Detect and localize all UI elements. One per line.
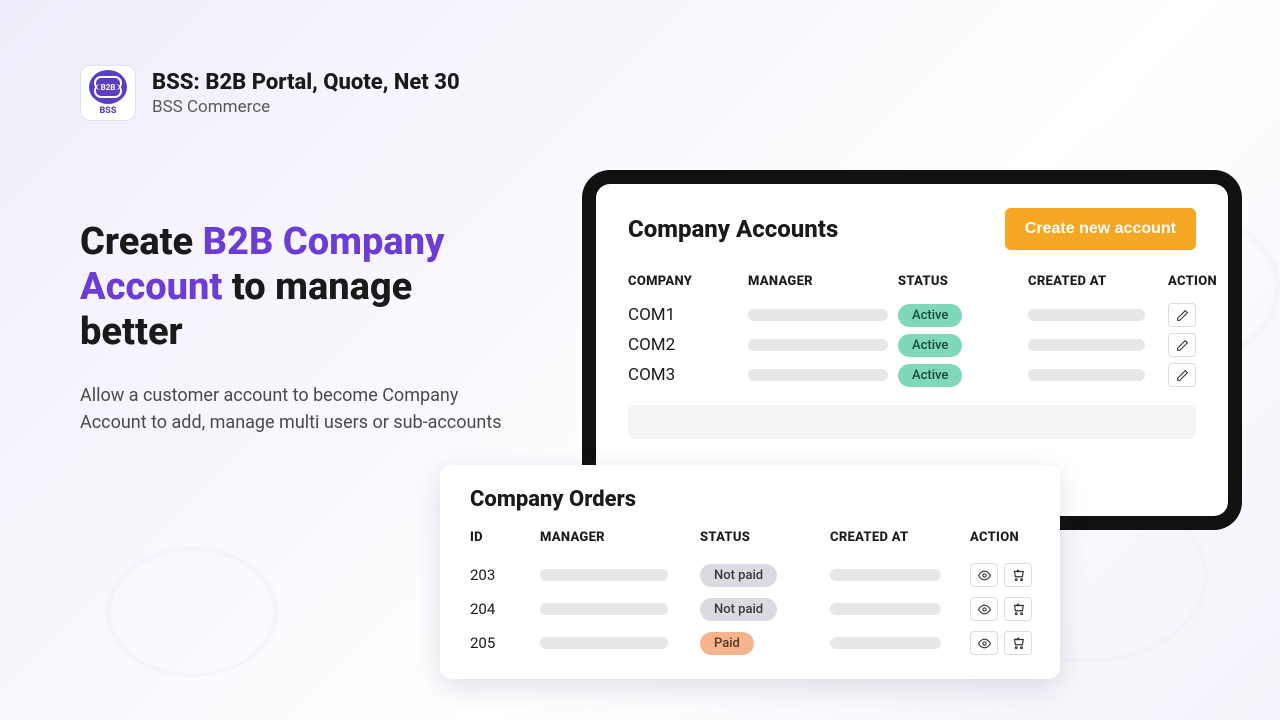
status-badge: Active bbox=[898, 304, 962, 327]
table-cell-manager-placeholder bbox=[540, 569, 668, 581]
app-title: BSS: B2B Portal, Quote, Net 30 bbox=[152, 70, 460, 95]
table-cell-manager-placeholder bbox=[748, 339, 888, 351]
accounts-panel-footer bbox=[628, 405, 1196, 439]
cart-icon bbox=[1011, 636, 1025, 650]
table-cell-action bbox=[970, 563, 1060, 587]
col-created: CREATED AT bbox=[1028, 274, 1158, 297]
accounts-panel-title: Company Accounts bbox=[628, 215, 838, 243]
status-badge: Not paid bbox=[700, 564, 777, 587]
pencil-icon bbox=[1176, 369, 1189, 382]
status-badge: Active bbox=[898, 364, 962, 387]
logo-inner-text: B2B bbox=[101, 83, 116, 92]
table-cell-company: COM1 bbox=[628, 305, 738, 325]
table-cell-created-placeholder bbox=[1028, 309, 1145, 321]
table-cell-action bbox=[970, 631, 1060, 655]
cart-icon bbox=[1011, 568, 1025, 582]
create-account-button[interactable]: Create new account bbox=[1005, 208, 1196, 250]
table-cell-created-placeholder bbox=[830, 637, 941, 649]
col-manager: MANAGER bbox=[748, 274, 888, 297]
table-cell-manager-placeholder bbox=[540, 637, 668, 649]
eye-icon bbox=[977, 569, 992, 582]
table-cell-status: Not paid bbox=[700, 598, 820, 621]
reorder-button[interactable] bbox=[1004, 597, 1032, 621]
table-cell-status: Paid bbox=[700, 632, 820, 655]
cart-icon bbox=[1011, 602, 1025, 616]
col-manager: MANAGER bbox=[540, 530, 690, 553]
hero-heading: Create B2B Company Account to manage bet… bbox=[80, 220, 510, 354]
table-cell-created-placeholder bbox=[1028, 369, 1145, 381]
view-button[interactable] bbox=[970, 631, 998, 655]
status-badge: Paid bbox=[700, 632, 754, 655]
table-cell-created-placeholder bbox=[1028, 339, 1145, 351]
edit-button[interactable] bbox=[1168, 333, 1196, 357]
status-badge: Not paid bbox=[700, 598, 777, 621]
hero-description: Allow a customer account to become Compa… bbox=[80, 382, 510, 436]
eye-icon bbox=[977, 603, 992, 616]
table-cell-action bbox=[1168, 363, 1228, 387]
orders-panel: Company Orders ID MANAGER STATUS CREATED… bbox=[440, 465, 1060, 679]
table-cell-action bbox=[1168, 303, 1228, 327]
table-cell-created-placeholder bbox=[830, 603, 941, 615]
table-cell-id: 203 bbox=[470, 566, 530, 584]
table-cell-company: COM3 bbox=[628, 365, 738, 385]
col-status: STATUS bbox=[700, 530, 820, 553]
col-action: ACTION bbox=[1168, 274, 1228, 297]
table-cell-status: Not paid bbox=[700, 564, 820, 587]
col-action: ACTION bbox=[970, 530, 1060, 553]
logo-circle-icon: B2B bbox=[89, 70, 127, 104]
col-id: ID bbox=[470, 530, 530, 553]
orders-panel-title: Company Orders bbox=[470, 487, 1030, 512]
table-cell-status: Active bbox=[898, 304, 1018, 327]
edit-button[interactable] bbox=[1168, 363, 1196, 387]
table-cell-id: 205 bbox=[470, 634, 530, 652]
reorder-button[interactable] bbox=[1004, 563, 1032, 587]
col-company: COMPANY bbox=[628, 274, 738, 297]
table-cell-company: COM2 bbox=[628, 335, 738, 355]
view-button[interactable] bbox=[970, 563, 998, 587]
logo-badge-text: BSS bbox=[100, 106, 117, 116]
status-badge: Active bbox=[898, 334, 962, 357]
pencil-icon bbox=[1176, 339, 1189, 352]
app-logo: B2B BSS bbox=[80, 65, 136, 121]
col-status: STATUS bbox=[898, 274, 1018, 297]
col-created: CREATED AT bbox=[830, 530, 960, 553]
app-header: B2B BSS BSS: B2B Portal, Quote, Net 30 B… bbox=[80, 65, 460, 121]
table-cell-manager-placeholder bbox=[748, 369, 888, 381]
table-cell-status: Active bbox=[898, 334, 1018, 357]
reorder-button[interactable] bbox=[1004, 631, 1032, 655]
table-cell-action bbox=[1168, 333, 1228, 357]
edit-button[interactable] bbox=[1168, 303, 1196, 327]
orders-table: ID MANAGER STATUS CREATED AT ACTION 203N… bbox=[470, 530, 1030, 655]
table-cell-status: Active bbox=[898, 364, 1018, 387]
app-subtitle: BSS Commerce bbox=[152, 97, 460, 117]
table-cell-created-placeholder bbox=[830, 569, 941, 581]
table-cell-action bbox=[970, 597, 1060, 621]
view-button[interactable] bbox=[970, 597, 998, 621]
hero-section: Create B2B Company Account to manage bet… bbox=[80, 220, 510, 436]
table-cell-manager-placeholder bbox=[540, 603, 668, 615]
pencil-icon bbox=[1176, 309, 1189, 322]
hero-prefix: Create bbox=[80, 220, 203, 264]
accounts-table: COMPANY MANAGER STATUS CREATED AT ACTION… bbox=[628, 274, 1196, 387]
eye-icon bbox=[977, 637, 992, 650]
table-cell-manager-placeholder bbox=[748, 309, 888, 321]
table-cell-id: 204 bbox=[470, 600, 530, 618]
